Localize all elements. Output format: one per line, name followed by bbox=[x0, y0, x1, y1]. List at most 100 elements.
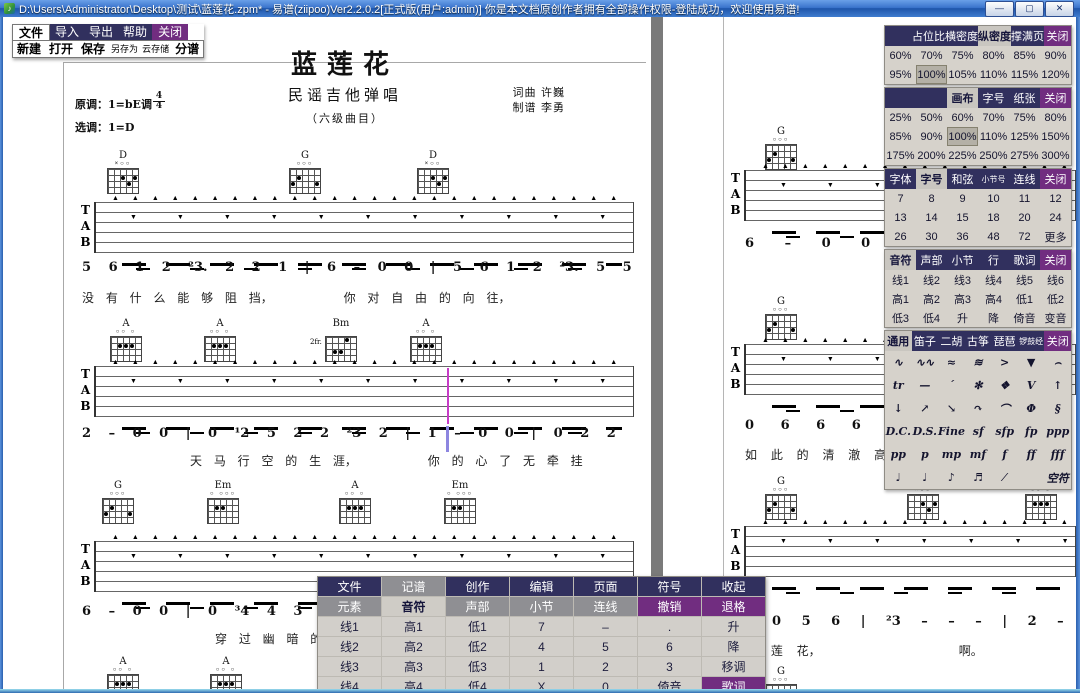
panel-fontsize-option[interactable]: 48 bbox=[978, 227, 1009, 246]
bottom-option[interactable]: 升 bbox=[702, 617, 765, 636]
menu-new[interactable]: 新建 bbox=[13, 41, 45, 57]
bottom-subtab[interactable]: 小节 bbox=[510, 597, 573, 616]
bottom-subtab[interactable]: 音符 bbox=[382, 597, 445, 616]
panel-symbols-tab[interactable]: 锣鼓经 bbox=[1018, 331, 1045, 351]
panel-symbols-option[interactable]: ↓ bbox=[885, 397, 912, 420]
menu-cloud-save[interactable]: 云存储 bbox=[140, 41, 171, 57]
selected-key[interactable]: 选调：1=D bbox=[75, 119, 134, 135]
panel-fontsize-option[interactable]: 14 bbox=[916, 208, 947, 227]
chord-diagram[interactable]: A○○ ○ bbox=[332, 480, 378, 524]
panel-zoom-option[interactable]: 100% bbox=[947, 127, 978, 146]
chord-diagram[interactable]: A○○ ○ bbox=[103, 318, 149, 362]
bottom-option[interactable]: 5 bbox=[574, 637, 637, 656]
panel-symbols-option[interactable]: D.S. bbox=[912, 420, 939, 443]
panel-fontsize-tab[interactable]: 和弦 bbox=[947, 169, 978, 189]
menu-open[interactable]: 打开 bbox=[45, 41, 77, 57]
bottom-option[interactable]: 高3 bbox=[382, 657, 445, 676]
panel-note-tab[interactable]: 小节 bbox=[947, 250, 978, 270]
panel-density-option[interactable]: 115% bbox=[1009, 65, 1040, 84]
bottom-subtab[interactable]: 连线 bbox=[574, 597, 637, 616]
panel-zoom-option[interactable]: 50% bbox=[916, 108, 947, 127]
bottom-option[interactable]: 低2 bbox=[446, 637, 509, 656]
panel-symbols-option[interactable]: pp bbox=[885, 443, 912, 466]
panel-note-option[interactable]: 低1 bbox=[1009, 289, 1040, 308]
chord-diagram[interactable]: A○○ ○ bbox=[100, 656, 146, 693]
panel-zoom-option[interactable]: 75% bbox=[1009, 108, 1040, 127]
panel-fontsize-option[interactable]: 30 bbox=[916, 227, 947, 246]
panel-zoom-option[interactable]: 300% bbox=[1040, 146, 1071, 165]
bottom-option[interactable]: 高2 bbox=[382, 637, 445, 656]
lyrics-row[interactable]: 没 有 什 么 能 够 阻 挡， 你 对 自 由 的 向 往， bbox=[82, 289, 542, 306]
panel-symbols-tab[interactable]: 笛子 bbox=[912, 331, 939, 351]
bottom-tab[interactable]: 记谱 bbox=[382, 577, 445, 596]
chord-diagram[interactable]: G○○○ bbox=[95, 480, 141, 524]
panel-symbols-tab[interactable]: 二胡 bbox=[938, 331, 965, 351]
panel-density-option[interactable]: 90% bbox=[1040, 46, 1071, 65]
panel-zoom-tab[interactable]: 纸张 bbox=[1009, 88, 1040, 108]
panel-symbols-option[interactable]: ♩ bbox=[912, 466, 939, 489]
bottom-tab[interactable]: 文件 bbox=[318, 577, 381, 596]
chord-diagram[interactable]: Em○ ○○○ bbox=[200, 480, 246, 524]
panel-zoom-option[interactable]: 175% bbox=[885, 146, 916, 165]
chord-diagram[interactable]: Bm 2fr. bbox=[318, 318, 364, 362]
panel-symbols-option[interactable]: ↘ bbox=[938, 397, 965, 420]
panel-symbols-option[interactable]: ∿∿ bbox=[912, 351, 939, 374]
tab-staff[interactable]: TAB▲▲▲▲▲▲▲▲▲▲▲▲▲▲▲▲▲▲▼▼▼▼▼▼▼ bbox=[728, 526, 1076, 577]
panel-note-tab[interactable]: 行 bbox=[978, 250, 1009, 270]
panel-symbols-option[interactable]: ⁄ bbox=[991, 466, 1018, 489]
panel-note-option[interactable]: 线6 bbox=[1040, 270, 1071, 289]
bottom-option[interactable]: – bbox=[574, 617, 637, 636]
bottom-option[interactable]: 高1 bbox=[382, 617, 445, 636]
panel-fontsize-option[interactable]: 24 bbox=[1040, 208, 1071, 227]
bottom-option[interactable]: 线2 bbox=[318, 637, 381, 656]
panel-fontsize-option[interactable]: 26 bbox=[885, 227, 916, 246]
minimize-button[interactable]: — bbox=[985, 1, 1014, 17]
panel-zoom-tab[interactable]: 画布 bbox=[947, 88, 978, 108]
panel-density-tab[interactable]: 纵密度 bbox=[978, 26, 1011, 46]
panel-symbols-option[interactable]: ppp bbox=[1044, 420, 1071, 443]
panel-symbols-option[interactable]: ▼ bbox=[1018, 351, 1045, 374]
panel-fontsize-option[interactable]: 18 bbox=[978, 208, 1009, 227]
menu-export[interactable]: 导出 bbox=[84, 24, 118, 40]
bottom-option[interactable]: 7 bbox=[510, 617, 573, 636]
bottom-option[interactable]: 低1 bbox=[446, 617, 509, 636]
number-notation-row[interactable]: 2 – 0 0 | 0 ¹2 5 2 2 ²3 2 | 1 – 0 0 | 0 … bbox=[82, 426, 634, 441]
menu-save[interactable]: 保存 bbox=[77, 41, 109, 57]
panel-symbols-option[interactable]: ↑ bbox=[1044, 374, 1071, 397]
bottom-option[interactable]: 低3 bbox=[446, 657, 509, 676]
panel-density-option[interactable]: 105% bbox=[947, 65, 978, 84]
panel-fontsize-tab[interactable]: 小节号 bbox=[978, 169, 1009, 189]
panel-fontsize-option[interactable]: 10 bbox=[978, 189, 1009, 208]
bottom-option[interactable]: . bbox=[638, 617, 701, 636]
panel-fontsize-option[interactable]: 7 bbox=[885, 189, 916, 208]
panel-symbols-option[interactable]: mf bbox=[965, 443, 992, 466]
panel-zoom-option[interactable]: 70% bbox=[978, 108, 1009, 127]
panel-note-option[interactable]: 线4 bbox=[978, 270, 1009, 289]
panel-symbols-option[interactable]: Φ bbox=[1018, 397, 1045, 420]
panel-fontsize-option[interactable]: 更多 bbox=[1040, 227, 1071, 246]
panel-zoom-option[interactable]: 275% bbox=[1009, 146, 1040, 165]
menu-close-button[interactable]: 关闭 bbox=[152, 24, 188, 40]
panel-symbols-option[interactable]: f bbox=[991, 443, 1018, 466]
bottom-option[interactable]: 4 bbox=[510, 637, 573, 656]
panel-note-option[interactable]: 线1 bbox=[885, 270, 916, 289]
panel-density-option[interactable]: 95% bbox=[885, 65, 916, 84]
panel-symbols-option[interactable]: Fine bbox=[938, 420, 965, 443]
panel-fontsize-option[interactable]: 72 bbox=[1009, 227, 1040, 246]
panel-zoom-close-button[interactable]: 关闭 bbox=[1040, 88, 1071, 108]
panel-note-option[interactable]: 低2 bbox=[1040, 289, 1071, 308]
panel-symbols-option[interactable]: p bbox=[912, 443, 939, 466]
bottom-subtab[interactable]: 退格 bbox=[702, 597, 765, 616]
bottom-tab[interactable]: 编辑 bbox=[510, 577, 573, 596]
panel-symbols-option[interactable]: ≋ bbox=[965, 351, 992, 374]
panel-zoom-option[interactable]: 60% bbox=[947, 108, 978, 127]
panel-symbols-option[interactable]: ❖ bbox=[991, 374, 1018, 397]
panel-note-close-button[interactable]: 关闭 bbox=[1040, 250, 1071, 270]
panel-fontsize-tab[interactable]: 字体 bbox=[885, 169, 916, 189]
menu-import[interactable]: 导入 bbox=[50, 24, 84, 40]
panel-symbols-option[interactable]: ⌢ bbox=[1044, 351, 1071, 374]
panel-fontsize-option[interactable]: 20 bbox=[1009, 208, 1040, 227]
panel-note-option[interactable]: 倚音 bbox=[1009, 308, 1040, 327]
bottom-tab[interactable]: 页面 bbox=[574, 577, 637, 596]
panel-note-tab[interactable]: 歌词 bbox=[1009, 250, 1040, 270]
